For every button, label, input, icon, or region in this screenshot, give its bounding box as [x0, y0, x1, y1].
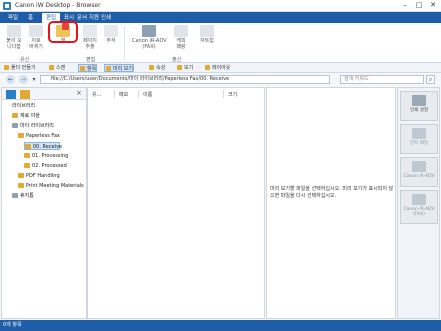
email-button[interactable]: 전자 메일	[400, 124, 438, 154]
search-input[interactable]: 검색 키워드	[340, 75, 424, 84]
nav-pane-tabs: ×	[2, 88, 86, 100]
folder-icon	[24, 163, 30, 168]
tree-item-trash[interactable]: 휴지통	[12, 192, 34, 200]
email-icon	[412, 128, 426, 139]
folder-icon	[18, 133, 24, 138]
tree-item-recent[interactable]: 제료 야을	[12, 112, 40, 120]
auto-button[interactable]: 자트힘	[196, 25, 218, 44]
column-header-memo[interactable]: 메모	[119, 91, 128, 98]
tree-item-processing[interactable]: 01. Processing	[24, 152, 68, 160]
back-button[interactable]: ←	[6, 75, 15, 84]
address-bar: ← → ▾ file://C:/Users/user/Documents/마이 …	[0, 73, 441, 86]
minimize-button[interactable]: –	[398, 0, 412, 11]
column-header-size[interactable]: 크기	[228, 91, 237, 98]
navigation-pane: × 라이브러리 제료 야을 마이 라이브러리 Paperless Fax 00.…	[1, 87, 87, 319]
folder-icon	[25, 144, 31, 149]
history-dropdown[interactable]: ▾	[30, 75, 38, 84]
column-header-type[interactable]: 유...	[92, 91, 101, 98]
app-window: Canon iW Desktop - Browser – □ ✕ 파일 홈 편집…	[0, 0, 441, 331]
tree-item-library[interactable]: 라이브러리	[4, 102, 35, 110]
capture-button[interactable]: 캐피 패랑	[170, 25, 192, 50]
preview-pane: 미리 보기할 파일을 선택하십시오. 미리 보기가 표시되지 않으면 파일을 다…	[266, 87, 396, 319]
tab-file[interactable]: 파일	[4, 13, 22, 23]
status-bar: 0개 항목	[0, 320, 441, 331]
extract-pages-button[interactable]: 페이지 추출	[80, 25, 100, 50]
column-separator	[223, 90, 224, 98]
auto-icon	[200, 25, 214, 37]
tab-home[interactable]: 홈	[24, 13, 37, 23]
tree-item-pdf-handling[interactable]: PDF Handling	[18, 172, 60, 180]
window-title: Canon iW Desktop - Browser	[15, 2, 101, 9]
group-label-recent: 유신	[20, 57, 30, 63]
print-settings-button[interactable]: 인쇄 설정	[400, 91, 438, 121]
group-label-output: 출신	[172, 57, 182, 63]
tree-item-my-library[interactable]: 마이 라이브러리	[12, 122, 54, 130]
title-bar: Canon iW Desktop - Browser – □ ✕	[0, 0, 441, 12]
view-toolbar: 폴더 만들기 스캔 항목 미리 보기 속성 보기 레이아웃	[0, 63, 441, 73]
annotation-button[interactable]: 주석	[102, 25, 120, 44]
maximize-button[interactable]: □	[412, 0, 426, 11]
canon-ir-adv-button[interactable]: Canon iR-ADV	[400, 157, 438, 187]
canon-ir-adv-fax-button[interactable]: Canon iR-ADV (FAX)	[400, 190, 438, 224]
layout-menu-button[interactable]: 레이아웃	[204, 64, 230, 72]
annotation-icon	[104, 25, 118, 37]
output-bar: 인쇄 설정 전자 메일 Canon iR-ADV Canon iR-ADV (F…	[397, 87, 440, 319]
rename-icon	[29, 25, 43, 37]
preview-message: 미리 보기할 파일을 선택하십시오. 미리 보기가 표시되지 않으면 파일을 다…	[270, 186, 394, 199]
rename-button[interactable]: 지로 바뀌기	[26, 25, 46, 50]
scan-button[interactable]: 스캔	[48, 64, 65, 72]
group-label-edit: 편집	[86, 57, 96, 63]
search-button[interactable]: ⌕	[426, 75, 435, 84]
preview-toggle-button[interactable]: 미리 보기	[104, 64, 134, 72]
item-button[interactable]: 항목	[78, 64, 98, 72]
extract-pages-icon	[83, 25, 97, 37]
path-input[interactable]: file://C:/Users/user/Documents/마이 라이브러리/…	[40, 75, 330, 84]
column-separator	[114, 90, 115, 98]
new-folder-button[interactable]: 폴더 만들기	[3, 64, 36, 72]
properties-button[interactable]: 속성	[148, 64, 165, 72]
tree-item-paperless-fax[interactable]: Paperless Fax	[18, 132, 60, 140]
file-list-pane: 유... 메모 이름 크기	[87, 87, 265, 319]
column-separator	[138, 90, 139, 98]
printer-device-icon	[412, 161, 426, 172]
tree-item-receive[interactable]: 00. Receive	[24, 142, 62, 150]
ribbon-separator	[124, 26, 125, 60]
paste-icon	[7, 25, 21, 37]
folder-tab-icon[interactable]	[20, 90, 30, 99]
tab-print[interactable]: 인쇄	[97, 13, 115, 23]
folder-icon	[18, 173, 24, 178]
tree-item-processed[interactable]: 02. Processed	[24, 162, 67, 170]
folder-icon	[24, 153, 30, 158]
close-button[interactable]: ✕	[426, 0, 440, 11]
fax-device-icon	[412, 194, 426, 205]
paste-button[interactable]: 붙이 오 니다함	[4, 25, 24, 50]
library-icon	[12, 123, 18, 128]
send-fax-button[interactable]: Canon iR-ADV (FAX)	[132, 25, 167, 50]
trash-icon	[12, 193, 18, 198]
view-menu-button[interactable]: 보기	[176, 64, 193, 72]
open-button-highlight	[48, 21, 78, 43]
app-logo-icon	[3, 2, 11, 10]
column-header-name[interactable]: 이름	[143, 91, 152, 98]
fax-device-icon	[142, 25, 156, 37]
folder-icon	[18, 183, 24, 188]
tree-item-print-meeting-materials[interactable]: Print Meeting Materials	[18, 182, 84, 190]
library-tab-icon[interactable]	[6, 90, 16, 99]
printer-icon	[412, 95, 426, 106]
recent-icon	[12, 113, 18, 118]
capture-icon	[174, 25, 188, 37]
forward-button[interactable]: →	[19, 75, 28, 84]
close-icon[interactable]: ×	[76, 89, 82, 97]
